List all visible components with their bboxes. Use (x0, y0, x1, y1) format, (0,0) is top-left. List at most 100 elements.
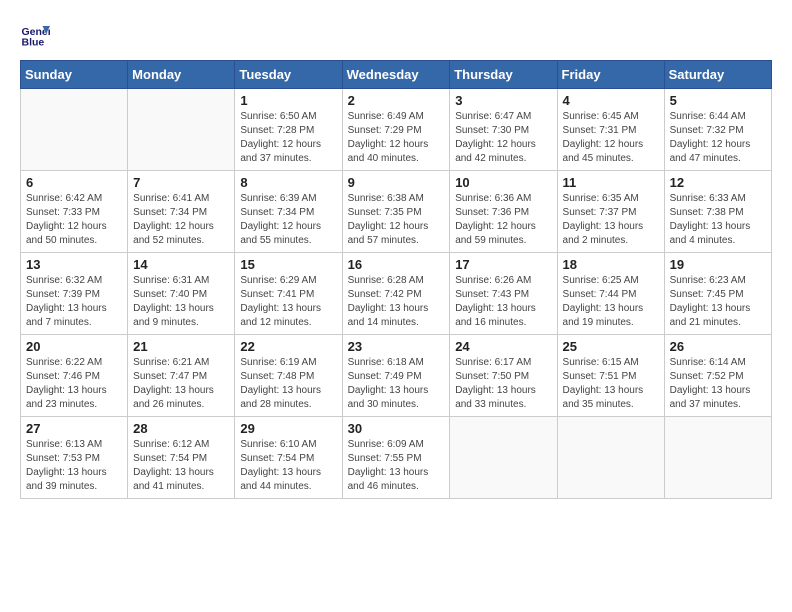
day-number: 20 (26, 339, 122, 354)
day-number: 10 (455, 175, 551, 190)
day-number: 18 (563, 257, 659, 272)
calendar-cell: 6 Sunrise: 6:42 AM Sunset: 7:33 PM Daylig… (21, 171, 128, 253)
calendar-week-row: 6 Sunrise: 6:42 AM Sunset: 7:33 PM Daylig… (21, 171, 772, 253)
day-number: 11 (563, 175, 659, 190)
calendar-cell: 29 Sunrise: 6:10 AM Sunset: 7:54 PM Dayli… (235, 417, 342, 499)
day-number: 27 (26, 421, 122, 436)
day-info: Sunrise: 6:29 AM Sunset: 7:41 PM Dayligh… (240, 274, 336, 330)
day-number: 12 (670, 175, 766, 190)
day-info: Sunrise: 6:39 AM Sunset: 7:34 PM Dayligh… (240, 192, 336, 248)
day-info: Sunrise: 6:32 AM Sunset: 7:39 PM Dayligh… (26, 274, 122, 330)
calendar-cell: 2 Sunrise: 6:49 AM Sunset: 7:29 PM Daylig… (342, 89, 450, 171)
day-info: Sunrise: 6:28 AM Sunset: 7:42 PM Dayligh… (348, 274, 445, 330)
calendar-cell: 8 Sunrise: 6:39 AM Sunset: 7:34 PM Daylig… (235, 171, 342, 253)
day-info: Sunrise: 6:17 AM Sunset: 7:50 PM Dayligh… (455, 356, 551, 412)
weekday-header-tuesday: Tuesday (235, 61, 342, 89)
calendar-cell (450, 417, 557, 499)
day-info: Sunrise: 6:47 AM Sunset: 7:30 PM Dayligh… (455, 110, 551, 166)
day-info: Sunrise: 6:22 AM Sunset: 7:46 PM Dayligh… (26, 356, 122, 412)
day-number: 29 (240, 421, 336, 436)
weekday-header-thursday: Thursday (450, 61, 557, 89)
day-info: Sunrise: 6:12 AM Sunset: 7:54 PM Dayligh… (133, 438, 229, 494)
day-number: 22 (240, 339, 336, 354)
calendar-cell: 21 Sunrise: 6:21 AM Sunset: 7:47 PM Dayli… (128, 335, 235, 417)
calendar-week-row: 13 Sunrise: 6:32 AM Sunset: 7:39 PM Dayli… (21, 253, 772, 335)
day-number: 30 (348, 421, 445, 436)
calendar-cell: 19Sunrise: 6:23 AM Sunset: 7:45 PM Dayli… (664, 253, 771, 335)
calendar-cell: 12 Sunrise: 6:33 AM Sunset: 7:38 PM Dayli… (664, 171, 771, 253)
day-info: Sunrise: 6:26 AM Sunset: 7:43 PM Dayligh… (455, 274, 551, 330)
calendar-cell: 25Sunrise: 6:15 AM Sunset: 7:51 PM Dayli… (557, 335, 664, 417)
day-number: 4 (563, 93, 659, 108)
calendar-cell: 13 Sunrise: 6:32 AM Sunset: 7:39 PM Dayli… (21, 253, 128, 335)
day-info: Sunrise: 6:10 AM Sunset: 7:54 PM Dayligh… (240, 438, 336, 494)
calendar-cell: 26 Sunrise: 6:14 AM Sunset: 7:52 PM Dayli… (664, 335, 771, 417)
day-info: Sunrise: 6:33 AM Sunset: 7:38 PM Dayligh… (670, 192, 766, 248)
day-info: Sunrise: 6:50 AM Sunset: 7:28 PM Dayligh… (240, 110, 336, 166)
calendar-cell: 22 Sunrise: 6:19 AM Sunset: 7:48 PM Dayli… (235, 335, 342, 417)
day-number: 1 (240, 93, 336, 108)
day-info: Sunrise: 6:42 AM Sunset: 7:33 PM Dayligh… (26, 192, 122, 248)
day-number: 2 (348, 93, 445, 108)
calendar-cell: 14 Sunrise: 6:31 AM Sunset: 7:40 PM Dayli… (128, 253, 235, 335)
day-number: 9 (348, 175, 445, 190)
weekday-header-monday: Monday (128, 61, 235, 89)
day-info: Sunrise: 6:44 AM Sunset: 7:32 PM Dayligh… (670, 110, 766, 166)
calendar-cell: 24 Sunrise: 6:17 AM Sunset: 7:50 PM Dayli… (450, 335, 557, 417)
day-info: Sunrise: 6:18 AM Sunset: 7:49 PM Dayligh… (348, 356, 445, 412)
day-info: Sunrise: 6:31 AM Sunset: 7:40 PM Dayligh… (133, 274, 229, 330)
calendar-cell: 20 Sunrise: 6:22 AM Sunset: 7:46 PM Dayli… (21, 335, 128, 417)
day-number: 15 (240, 257, 336, 272)
calendar-cell: 1 Sunrise: 6:50 AM Sunset: 7:28 PM Daylig… (235, 89, 342, 171)
calendar-week-row: 27 Sunrise: 6:13 AM Sunset: 7:53 PM Dayli… (21, 417, 772, 499)
calendar-cell: 27 Sunrise: 6:13 AM Sunset: 7:53 PM Dayli… (21, 417, 128, 499)
calendar-cell: 28 Sunrise: 6:12 AM Sunset: 7:54 PM Dayli… (128, 417, 235, 499)
calendar-cell: 15 Sunrise: 6:29 AM Sunset: 7:41 PM Dayli… (235, 253, 342, 335)
day-info: Sunrise: 6:36 AM Sunset: 7:36 PM Dayligh… (455, 192, 551, 248)
calendar-cell: 17 Sunrise: 6:26 AM Sunset: 7:43 PM Dayli… (450, 253, 557, 335)
calendar-cell: 9 Sunrise: 6:38 AM Sunset: 7:35 PM Daylig… (342, 171, 450, 253)
day-number: 28 (133, 421, 229, 436)
day-number: 5 (670, 93, 766, 108)
weekday-header-wednesday: Wednesday (342, 61, 450, 89)
calendar-cell (128, 89, 235, 171)
day-info: Sunrise: 6:25 AM Sunset: 7:44 PM Dayligh… (563, 274, 659, 330)
day-number: 21 (133, 339, 229, 354)
calendar-cell: 30 Sunrise: 6:09 AM Sunset: 7:55 PM Dayli… (342, 417, 450, 499)
day-number: 24 (455, 339, 551, 354)
calendar-week-row: 1 Sunrise: 6:50 AM Sunset: 7:28 PM Daylig… (21, 89, 772, 171)
logo-icon: General Blue (20, 20, 50, 50)
calendar-cell (557, 417, 664, 499)
day-number: 14 (133, 257, 229, 272)
day-info: Sunrise: 6:19 AM Sunset: 7:48 PM Dayligh… (240, 356, 336, 412)
day-info: Sunrise: 6:13 AM Sunset: 7:53 PM Dayligh… (26, 438, 122, 494)
page-header: General Blue (20, 20, 772, 50)
day-number: 6 (26, 175, 122, 190)
calendar-cell: 10 Sunrise: 6:36 AM Sunset: 7:36 PM Dayli… (450, 171, 557, 253)
calendar-cell: 7 Sunrise: 6:41 AM Sunset: 7:34 PM Daylig… (128, 171, 235, 253)
day-info: Sunrise: 6:35 AM Sunset: 7:37 PM Dayligh… (563, 192, 659, 248)
calendar-cell: 4Sunrise: 6:45 AM Sunset: 7:31 PM Daylig… (557, 89, 664, 171)
calendar-cell (664, 417, 771, 499)
calendar-table: SundayMondayTuesdayWednesdayThursdayFrid… (20, 60, 772, 499)
calendar-cell: 23 Sunrise: 6:18 AM Sunset: 7:49 PM Dayli… (342, 335, 450, 417)
day-info: Sunrise: 6:14 AM Sunset: 7:52 PM Dayligh… (670, 356, 766, 412)
day-number: 7 (133, 175, 229, 190)
calendar-week-row: 20 Sunrise: 6:22 AM Sunset: 7:46 PM Dayli… (21, 335, 772, 417)
weekday-header-row: SundayMondayTuesdayWednesdayThursdayFrid… (21, 61, 772, 89)
day-number: 17 (455, 257, 551, 272)
calendar-cell: 11 Sunrise: 6:35 AM Sunset: 7:37 PM Dayli… (557, 171, 664, 253)
day-info: Sunrise: 6:21 AM Sunset: 7:47 PM Dayligh… (133, 356, 229, 412)
day-info: Sunrise: 6:09 AM Sunset: 7:55 PM Dayligh… (348, 438, 445, 494)
day-number: 23 (348, 339, 445, 354)
calendar-cell: 18 Sunrise: 6:25 AM Sunset: 7:44 PM Dayli… (557, 253, 664, 335)
day-number: 13 (26, 257, 122, 272)
calendar-cell: 3Sunrise: 6:47 AM Sunset: 7:30 PM Daylig… (450, 89, 557, 171)
day-info: Sunrise: 6:38 AM Sunset: 7:35 PM Dayligh… (348, 192, 445, 248)
day-info: Sunrise: 6:41 AM Sunset: 7:34 PM Dayligh… (133, 192, 229, 248)
day-number: 16 (348, 257, 445, 272)
day-number: 26 (670, 339, 766, 354)
day-info: Sunrise: 6:49 AM Sunset: 7:29 PM Dayligh… (348, 110, 445, 166)
day-number: 8 (240, 175, 336, 190)
logo: General Blue (20, 20, 54, 50)
